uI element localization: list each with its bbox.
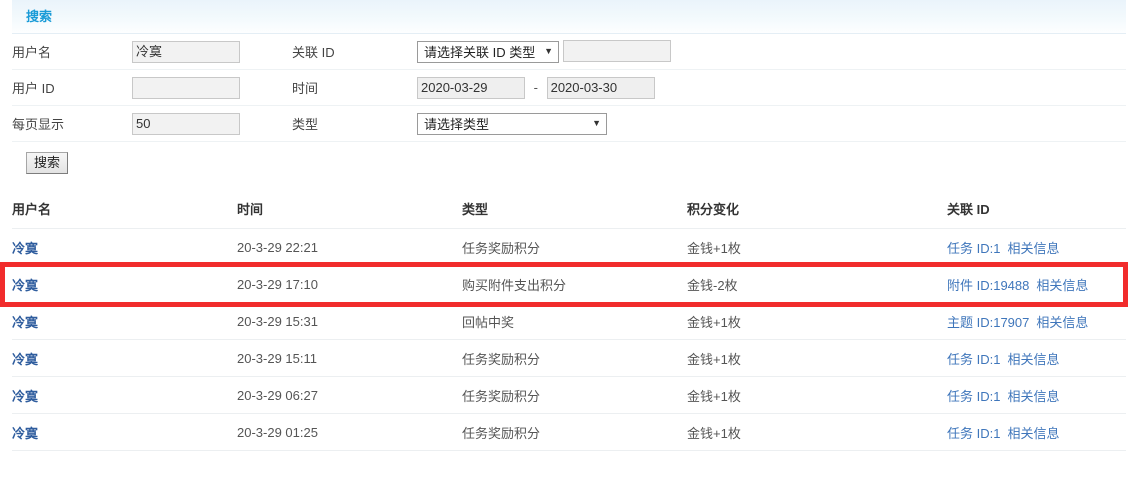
time-field-cell: -	[417, 69, 1126, 106]
cell-type: 任务奖励积分	[462, 413, 687, 451]
page-root: 搜索 用户名 关联 ID 请选择关联 ID 类型 ▼	[0, 0, 1138, 504]
results-table: 用户名 时间 类型 积分变化 关联 ID 冷寞 20-3-29 22:21 任务奖励…	[12, 188, 1126, 451]
search-form-row-username: 用户名 关联 ID 请选择关联 ID 类型 ▼	[12, 34, 1126, 70]
table-row[interactable]: 冷寞 20-3-29 15:11 任务奖励积分 金钱+1枚 任务 ID:1 相关信息	[12, 339, 1126, 377]
cell-username: 冷寞	[12, 228, 237, 266]
username-label: 用户名	[12, 34, 132, 70]
results-section: 用户名 时间 类型 积分变化 关联 ID 冷寞 20-3-29 22:21 任务奖励…	[0, 188, 1128, 451]
column-header-type: 类型	[462, 188, 687, 229]
table-row[interactable]: 冷寞 20-3-29 15:31 回帖中奖 金钱+1枚 主题 ID:17907 相关信息	[12, 302, 1126, 340]
type-select[interactable]: 请选择类型 ▼	[417, 112, 607, 135]
cell-time: 20-3-29 17:10	[237, 265, 462, 303]
chevron-down-icon: ▼	[592, 118, 601, 128]
related-info-link[interactable]: 相关信息	[1007, 352, 1059, 367]
username-field-cell	[132, 34, 292, 70]
cell-time: 20-3-29 01:25	[237, 413, 462, 451]
username-link[interactable]: 冷寞	[12, 241, 38, 256]
date-start-input[interactable]	[417, 76, 525, 99]
cell-relid: 任务 ID:1 相关信息	[947, 339, 1126, 377]
cell-relid: 主题 ID:17907 相关信息	[947, 302, 1126, 340]
related-info-link[interactable]: 相关信息	[1007, 389, 1059, 404]
column-header-relid: 关联 ID	[947, 188, 1126, 229]
cell-username: 冷寞	[12, 339, 237, 377]
type-field-cell: 请选择类型 ▼	[417, 105, 1126, 142]
cell-relid: 任务 ID:1 相关信息	[947, 228, 1126, 266]
search-button-row: 搜索	[12, 142, 1126, 180]
cell-time: 20-3-29 15:11	[237, 339, 462, 377]
search-form-row-perpage: 每页显示 类型 请选择类型 ▼	[12, 105, 1126, 142]
type-label: 类型	[292, 105, 417, 142]
related-info-link[interactable]: 相关信息	[1007, 426, 1059, 441]
username-link[interactable]: 冷寞	[12, 389, 38, 404]
table-row[interactable]: 冷寞 20-3-29 22:21 任务奖励积分 金钱+1枚 任务 ID:1 相关信息	[12, 228, 1126, 266]
relid-link[interactable]: 任务 ID:1	[947, 426, 1000, 441]
userid-field-cell	[132, 69, 292, 106]
chevron-down-icon: ▼	[544, 46, 553, 57]
cell-points: 金钱+1枚	[687, 228, 947, 266]
cell-type: 任务奖励积分	[462, 376, 687, 414]
search-submit-button[interactable]: 搜索	[26, 152, 69, 174]
related-info-link[interactable]: 相关信息	[1007, 241, 1059, 256]
cell-time: 20-3-29 22:21	[237, 228, 462, 266]
cell-username: 冷寞	[12, 376, 237, 414]
cell-type: 购买附件支出积分	[462, 265, 687, 303]
cell-username: 冷寞	[12, 413, 237, 451]
cell-relid: 任务 ID:1 相关信息	[947, 413, 1126, 451]
perpage-label: 每页显示	[12, 105, 132, 142]
relid-type-select[interactable]: 请选择关联 ID 类型 ▼	[417, 40, 559, 63]
cell-relid: 任务 ID:1 相关信息	[947, 376, 1126, 414]
relid-link[interactable]: 任务 ID:1	[947, 241, 1000, 256]
relid-link[interactable]: 附件 ID:19488	[947, 278, 1029, 293]
related-info-link[interactable]: 相关信息	[1036, 315, 1088, 330]
table-row[interactable]: 冷寞 20-3-29 06:27 任务奖励积分 金钱+1枚 任务 ID:1 相关信息	[12, 376, 1126, 414]
search-form-row-userid: 用户 ID 时间 -	[12, 69, 1126, 106]
date-end-input[interactable]	[546, 76, 655, 99]
cell-username: 冷寞	[12, 302, 237, 340]
username-link[interactable]: 冷寞	[12, 426, 38, 441]
username-link[interactable]: 冷寞	[12, 278, 38, 293]
column-header-time: 时间	[237, 188, 462, 229]
results-header-row: 用户名 时间 类型 积分变化 关联 ID	[12, 188, 1126, 229]
table-row[interactable]: 冷寞 20-3-29 17:10 购买附件支出积分 金钱-2枚 附件 ID:19488 相…	[12, 265, 1126, 303]
results-body: 冷寞 20-3-29 22:21 任务奖励积分 金钱+1枚 任务 ID:1 相关信息 冷寞 2…	[12, 228, 1126, 451]
table-row[interactable]: 冷寞 20-3-29 01:25 任务奖励积分 金钱+1枚 任务 ID:1 相关信息	[12, 413, 1126, 451]
related-info-link[interactable]: 相关信息	[1036, 278, 1088, 293]
cell-type: 任务奖励积分	[462, 339, 687, 377]
type-select-value: 请选择类型	[424, 117, 490, 132]
cell-points: 金钱+1枚	[687, 376, 947, 414]
username-input[interactable]	[132, 40, 240, 63]
cell-points: 金钱+1枚	[687, 339, 947, 377]
search-panel: 搜索 用户名 关联 ID 请选择关联 ID 类型 ▼	[12, 0, 1126, 180]
username-link[interactable]: 冷寞	[12, 315, 38, 330]
search-panel-title: 搜索	[12, 0, 1126, 34]
username-link[interactable]: 冷寞	[12, 352, 38, 367]
relid-field-cell: 请选择关联 ID 类型 ▼	[417, 34, 1126, 70]
column-header-points: 积分变化	[687, 188, 947, 229]
cell-relid: 附件 ID:19488 相关信息	[947, 265, 1126, 303]
cell-points: 金钱+1枚	[687, 413, 947, 451]
search-form: 用户名 关联 ID 请选择关联 ID 类型 ▼ 用户 ID	[12, 34, 1126, 142]
date-range-separator: -	[533, 79, 538, 95]
relid-link[interactable]: 任务 ID:1	[947, 352, 1000, 367]
userid-input[interactable]	[132, 76, 240, 99]
column-header-username: 用户名	[12, 188, 237, 229]
perpage-field-cell	[132, 105, 292, 142]
cell-username: 冷寞	[12, 265, 237, 303]
cell-type: 任务奖励积分	[462, 228, 687, 266]
cell-points: 金钱-2枚	[687, 265, 947, 303]
cell-time: 20-3-29 06:27	[237, 376, 462, 414]
relid-type-select-value: 请选择关联 ID 类型	[424, 45, 536, 61]
userid-label: 用户 ID	[12, 69, 132, 106]
cell-type: 回帖中奖	[462, 302, 687, 340]
relid-input[interactable]	[562, 40, 671, 63]
relid-link[interactable]: 主题 ID:17907	[947, 315, 1029, 330]
relid-label: 关联 ID	[292, 34, 417, 70]
time-label: 时间	[292, 69, 417, 106]
relid-link[interactable]: 任务 ID:1	[947, 389, 1000, 404]
perpage-input[interactable]	[132, 112, 240, 135]
cell-points: 金钱+1枚	[687, 302, 947, 340]
cell-time: 20-3-29 15:31	[237, 302, 462, 340]
